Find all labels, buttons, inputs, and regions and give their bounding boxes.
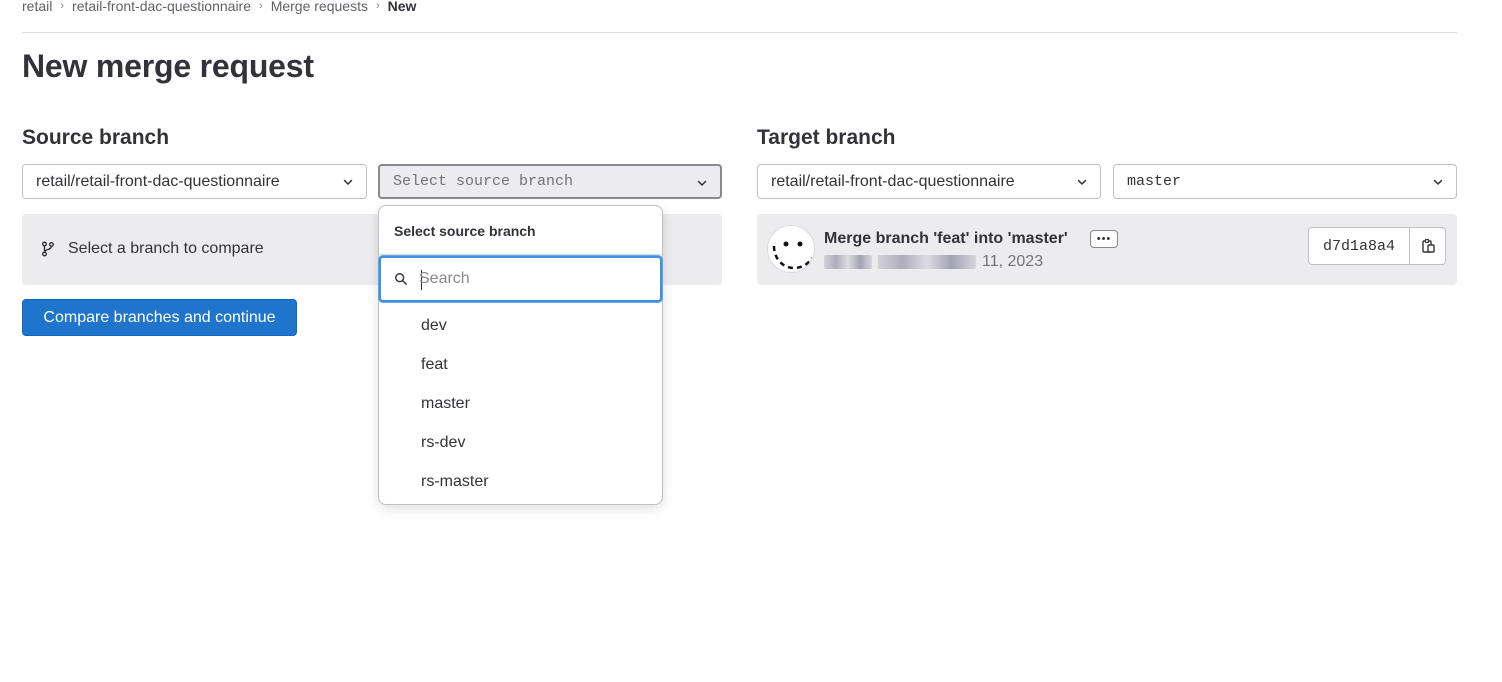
breadcrumb-item-new[interactable]: New: [388, 0, 417, 14]
compare-message: Select a branch to compare: [68, 240, 264, 257]
source-branch-title: Source branch: [22, 126, 170, 149]
target-branch-title: Target branch: [757, 126, 896, 149]
branch-option-master[interactable]: master: [379, 384, 662, 423]
redacted-date: [878, 255, 976, 269]
branch-option-feat[interactable]: feat: [379, 345, 662, 384]
avatar[interactable]: [767, 225, 815, 273]
chevron-right-icon: ›: [60, 0, 65, 12]
chevron-down-icon: [343, 179, 353, 185]
source-branch-dropdown: Select source branch dev feat master rs-…: [378, 205, 663, 505]
branch-option-rs-dev[interactable]: rs-dev: [379, 423, 662, 462]
commit-meta: 11, 2023: [824, 253, 1043, 271]
page-title: New merge request: [22, 48, 314, 84]
chevron-right-icon: ›: [375, 0, 380, 12]
breadcrumb-item-merge-requests[interactable]: Merge requests: [271, 0, 368, 14]
branch-search-input[interactable]: [419, 266, 649, 292]
source-project-select[interactable]: retail/retail-front-dac-questionnaire: [22, 164, 367, 199]
copy-sha-button[interactable]: [1409, 227, 1446, 265]
target-project-select[interactable]: retail/retail-front-dac-questionnaire: [757, 164, 1101, 199]
copy-icon: [1421, 238, 1435, 253]
dropdown-header: Select source branch: [394, 223, 536, 239]
target-commit-panel: Merge branch 'feat' into 'master' ••• 11…: [757, 214, 1457, 285]
search-icon: [395, 273, 407, 285]
chevron-right-icon: ›: [259, 0, 263, 12]
breadcrumb-item-retail[interactable]: retail: [22, 0, 52, 14]
source-project-value: retail/retail-front-dac-questionnaire: [36, 172, 280, 190]
breadcrumb-item-project[interactable]: retail-front-dac-questionnaire: [72, 0, 251, 14]
avatar-face-icon: [772, 241, 814, 270]
target-branch-value: master: [1127, 173, 1182, 190]
source-branch-select[interactable]: Select source branch: [378, 164, 722, 199]
branch-search-field[interactable]: [379, 256, 662, 302]
commit-title[interactable]: Merge branch 'feat' into 'master': [824, 230, 1068, 248]
git-branch-icon: [42, 241, 54, 257]
more-options-icon[interactable]: •••: [1090, 230, 1118, 248]
redacted-author: [824, 255, 872, 269]
target-project-value: retail/retail-front-dac-questionnaire: [771, 172, 1015, 190]
compare-branches-button[interactable]: Compare branches and continue: [22, 299, 297, 336]
breadcrumb: retail › retail-front-dac-questionnaire …: [22, 0, 416, 16]
chevron-down-icon: [697, 180, 707, 186]
source-branch-placeholder: Select source branch: [393, 173, 574, 190]
chevron-down-icon: [1433, 179, 1443, 185]
target-branch-select[interactable]: master: [1113, 164, 1457, 199]
branch-option-dev[interactable]: dev: [379, 306, 662, 345]
commit-date: 11, 2023: [982, 253, 1044, 270]
commit-sha[interactable]: d7d1a8a4: [1308, 227, 1410, 265]
header-divider: [22, 32, 1457, 33]
chevron-down-icon: [1077, 179, 1087, 185]
dropdown-divider: [379, 254, 662, 255]
branch-option-rs-master[interactable]: rs-master: [379, 462, 662, 501]
